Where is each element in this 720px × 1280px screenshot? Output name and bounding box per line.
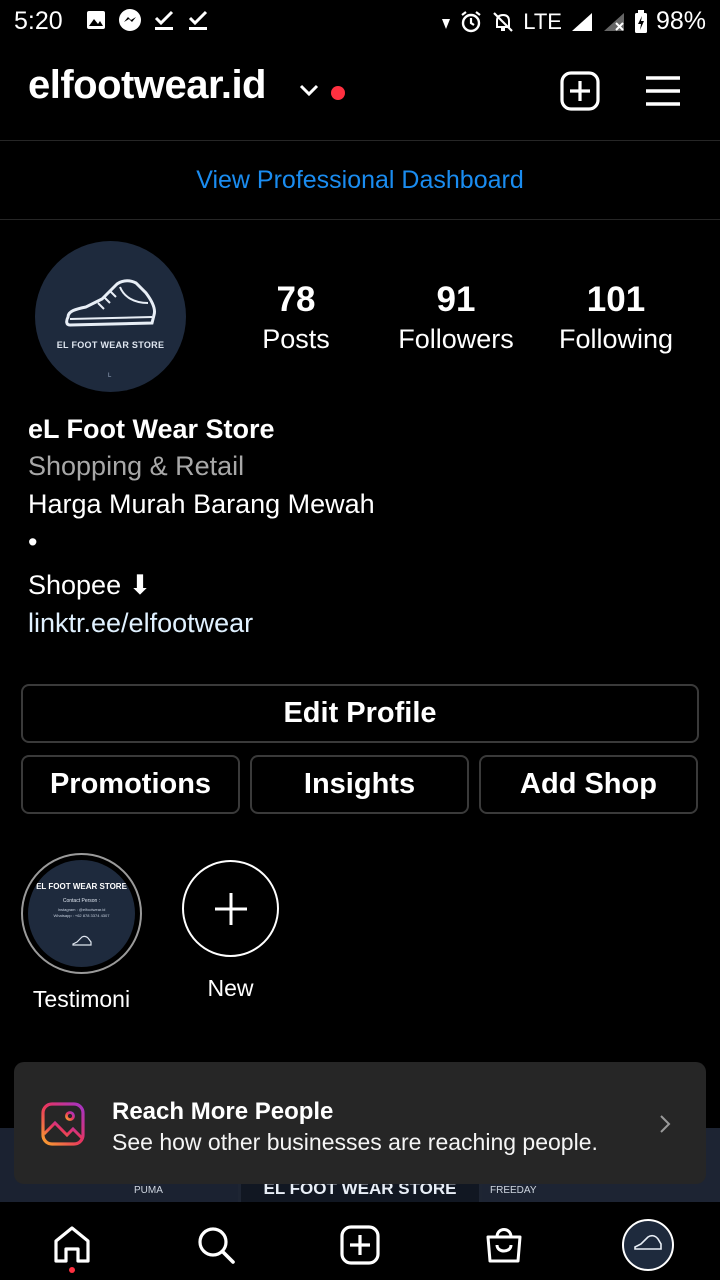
messenger-notification-icon: [118, 8, 142, 32]
search-icon: [198, 1227, 235, 1264]
divider: [0, 219, 720, 220]
account-username[interactable]: elfootwear.id: [28, 63, 267, 108]
post-thumbnail-label: PUMA: [134, 1185, 163, 1196]
create-post-icon: [340, 1225, 380, 1265]
status-right-icons: LTE 98%: [441, 7, 706, 36]
nav-search[interactable]: [194, 1223, 238, 1267]
avatar-small-text: L: [108, 373, 112, 379]
highlight-cover-sub: Contact Person :: [62, 898, 101, 904]
reach-more-people-banner[interactable]: Reach More People See how other business…: [14, 1062, 706, 1184]
check-notification-icon: [152, 8, 176, 32]
battery-percent: 98%: [655, 7, 706, 35]
profile-category: Shopping & Retail: [28, 451, 245, 481]
new-highlight-button[interactable]: [182, 860, 279, 957]
highlight-cover-contact: Instagram : @elfootwear.id Whatsapp : +6…: [28, 907, 135, 919]
nav-create[interactable]: [338, 1223, 382, 1267]
posts-label: Posts: [262, 324, 330, 354]
menu-icon[interactable]: [644, 74, 682, 108]
insights-button[interactable]: Insights: [250, 755, 469, 814]
following-count: 101: [586, 280, 646, 319]
nav-home-indicator: [69, 1267, 75, 1273]
network-type: LTE: [523, 8, 562, 34]
plus-icon: [214, 892, 247, 925]
posts-count: 78: [276, 280, 316, 319]
shoe-logo-icon: [634, 1234, 662, 1250]
posts-stat[interactable]: 78 Posts: [216, 280, 376, 355]
create-new-icon[interactable]: [560, 71, 600, 111]
chevron-right-icon: [660, 1115, 671, 1133]
highlight-cover-line: Whatsapp : +62 878 3374 4307: [53, 913, 110, 918]
shoe-icon: [72, 935, 92, 946]
bio-text: Harga Murah Barang Mewah: [28, 489, 375, 519]
bio-link[interactable]: linktr.ee/elfootwear: [28, 608, 253, 639]
avatar-brand-text: EL FOOT WEAR STORE: [56, 340, 165, 350]
highlight-cover[interactable]: EL FOOT WEAR STORE Contact Person : Inst…: [28, 860, 135, 967]
signal-icon: [571, 12, 592, 31]
status-time: 5:20: [14, 7, 63, 35]
nav-home[interactable]: [50, 1223, 94, 1267]
gallery-notification-icon: [84, 8, 108, 32]
profile-avatar[interactable]: EL FOOT WEAR STORE L: [35, 241, 186, 392]
banner-subtitle: See how other businesses are reaching pe…: [112, 1129, 598, 1155]
profile-display-name: eL Foot Wear Store: [28, 414, 275, 444]
home-icon: [54, 1226, 90, 1263]
signal-off-icon: [603, 12, 624, 31]
nav-profile-avatar[interactable]: [622, 1219, 674, 1271]
bio-shopee-text: Shopee ⬇: [28, 570, 152, 600]
banner-title: Reach More People: [112, 1098, 334, 1125]
notification-dot: [331, 86, 345, 100]
bottom-navigation: [0, 1203, 720, 1280]
edit-profile-button[interactable]: Edit Profile: [21, 684, 699, 743]
promotions-button[interactable]: Promotions: [21, 755, 240, 814]
bio-bullet: •: [28, 527, 38, 557]
check-notification-icon: [186, 8, 210, 32]
following-label: Following: [558, 324, 674, 354]
professional-dashboard-link[interactable]: View Professional Dashboard: [0, 141, 720, 219]
mute-icon: [493, 11, 514, 32]
shoe-logo-icon: [65, 279, 156, 327]
shopping-bag-icon: [486, 1228, 522, 1263]
followers-label: Followers: [398, 324, 514, 354]
image-icon: [41, 1102, 85, 1146]
highlight-cover-title: EL FOOT WEAR STORE: [36, 882, 127, 891]
highlight-label: Testimoni: [32, 986, 131, 1012]
battery-icon: [634, 9, 647, 33]
add-shop-button[interactable]: Add Shop: [479, 755, 698, 814]
status-notification-icons: [84, 8, 210, 32]
data-arrow-icon: [442, 18, 451, 29]
post-thumbnail-label: FREEDAY: [490, 1185, 537, 1196]
chevron-down-icon[interactable]: [298, 82, 320, 98]
nav-shop[interactable]: [482, 1223, 526, 1267]
followers-count: 91: [436, 280, 476, 319]
new-highlight-label: New: [207, 975, 254, 1001]
following-stat[interactable]: 101 Following: [536, 280, 696, 355]
followers-stat[interactable]: 91 Followers: [376, 280, 536, 355]
status-bar: 5:20 LTE 98%: [0, 0, 720, 44]
alarm-icon: [461, 10, 481, 32]
